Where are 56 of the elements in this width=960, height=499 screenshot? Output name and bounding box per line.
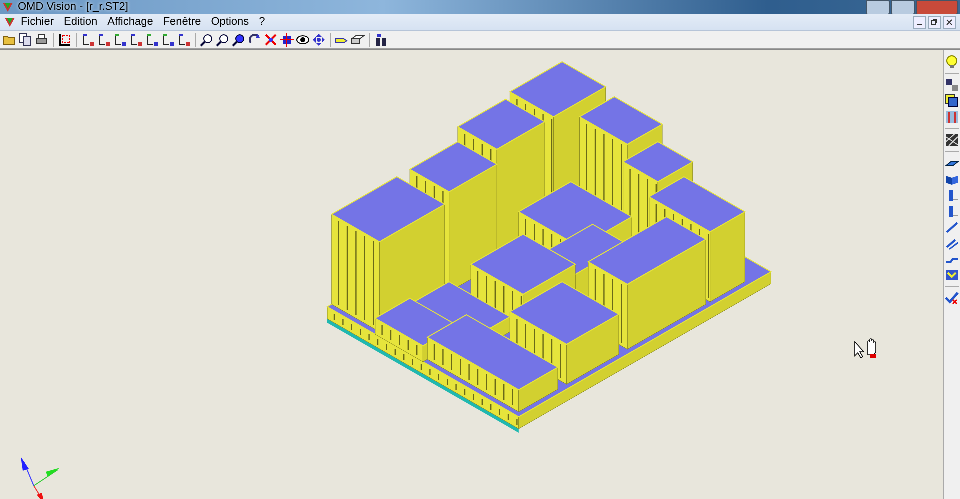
check-icon — [945, 291, 959, 305]
binoculars-button[interactable] — [373, 32, 389, 48]
close-button[interactable] — [916, 0, 958, 14]
columns-button[interactable] — [944, 109, 960, 125]
frame-button[interactable] — [57, 32, 73, 48]
frame-icon — [58, 32, 72, 46]
cross-button[interactable] — [263, 32, 279, 48]
menu-item[interactable]: Fenêtre — [158, 16, 206, 28]
flag-icon — [945, 268, 959, 282]
copy-icon — [19, 32, 33, 46]
menu-item[interactable]: ? — [254, 16, 270, 28]
mesh-icon — [945, 133, 959, 147]
minimize-button[interactable] — [866, 0, 890, 14]
menu-item[interactable]: Affichage — [102, 16, 158, 28]
zoom-button[interactable] — [199, 32, 215, 48]
cross-icon — [264, 32, 278, 46]
squares-icon — [945, 94, 959, 108]
layers-icon — [351, 32, 365, 46]
flag-button[interactable] — [944, 267, 960, 283]
bulb-icon — [945, 55, 959, 69]
window-title: OMD Vision - [r_r.ST2] — [18, 1, 128, 13]
zoom-button[interactable] — [231, 32, 247, 48]
rotate-icon — [248, 32, 262, 46]
move-button[interactable] — [311, 32, 327, 48]
menu-item[interactable]: Fichier — [16, 16, 60, 28]
zoom-icon — [216, 32, 230, 46]
squares-button[interactable] — [944, 93, 960, 109]
zoom-icon — [232, 32, 246, 46]
copy-button[interactable] — [18, 32, 34, 48]
axis-triad-icon — [21, 457, 60, 499]
maximize-button[interactable] — [891, 0, 915, 14]
restore-icon — [931, 18, 938, 26]
zoom-icon — [200, 32, 214, 46]
zoom-button[interactable] — [215, 32, 231, 48]
hand-cursor-icon — [854, 338, 876, 359]
move-icon — [312, 32, 326, 46]
mesh-button[interactable] — [944, 132, 960, 148]
check-button[interactable] — [944, 290, 960, 306]
columns-icon — [945, 110, 959, 124]
menu-item[interactable]: Edition — [59, 16, 103, 28]
minimize-button[interactable] — [913, 16, 926, 28]
printer-button[interactable] — [34, 32, 50, 48]
beam-icon — [945, 220, 959, 234]
target-icon — [280, 32, 294, 46]
app-logo-icon — [2, 1, 14, 13]
document-logo-icon — [4, 16, 16, 28]
beams-icon — [945, 236, 959, 250]
close-icon — [946, 18, 953, 26]
restore-button[interactable] — [928, 16, 941, 28]
binoculars-icon — [374, 32, 388, 46]
beam-button[interactable] — [944, 219, 960, 235]
close-button[interactable] — [943, 16, 956, 28]
bulb-button[interactable] — [944, 54, 960, 70]
menu-item[interactable]: Options — [206, 16, 254, 28]
eye-icon — [296, 32, 310, 46]
target-button[interactable] — [279, 32, 295, 48]
